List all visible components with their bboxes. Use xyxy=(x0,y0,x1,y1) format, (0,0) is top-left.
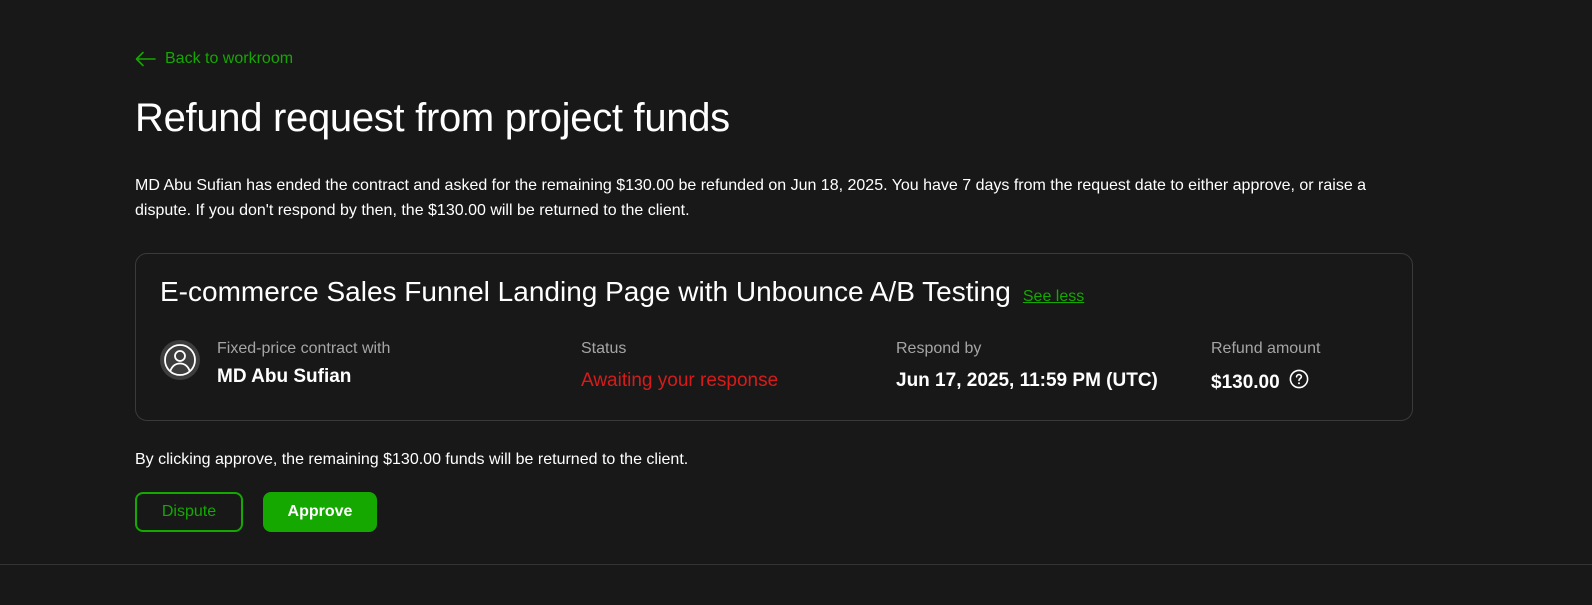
freelancer-name: MD Abu Sufian xyxy=(217,366,352,387)
respond-by-value: Jun 17, 2025, 11:59 PM (UTC) xyxy=(896,370,1158,391)
action-buttons: Dispute Approve xyxy=(135,492,377,532)
contract-label: Fixed-price contract with xyxy=(217,340,391,357)
see-less-link[interactable]: See less xyxy=(1023,288,1084,306)
user-avatar-icon xyxy=(160,340,200,380)
status-label: Status xyxy=(581,340,627,357)
refund-amount-info: Refund amount $130.00 xyxy=(1211,339,1320,396)
contract-info: Fixed-price contract with MD Abu Sufian xyxy=(160,339,390,389)
refund-amount-label: Refund amount xyxy=(1211,340,1321,357)
page-title: Refund request from project funds xyxy=(135,96,730,140)
contract-title: E-commerce Sales Funnel Landing Page wit… xyxy=(160,276,1011,307)
dispute-button[interactable]: Dispute xyxy=(135,492,243,532)
question-circle-icon[interactable] xyxy=(1289,369,1309,396)
respond-by-info: Respond by Jun 17, 2025, 11:59 PM (UTC) xyxy=(896,339,1158,393)
arrow-left-icon xyxy=(135,51,156,67)
contract-text: Fixed-price contract with MD Abu Sufian xyxy=(217,339,390,389)
bottom-divider xyxy=(0,564,1592,565)
refund-amount-row: $130.00 xyxy=(1211,369,1320,396)
status-value: Awaiting your response xyxy=(581,370,779,391)
refund-amount-value: $130.00 xyxy=(1211,371,1280,393)
approve-button[interactable]: Approve xyxy=(263,492,377,532)
refund-description: MD Abu Sufian has ended the contract and… xyxy=(135,177,1367,219)
respond-by-label: Respond by xyxy=(896,340,982,357)
contract-card: E-commerce Sales Funnel Landing Page wit… xyxy=(135,253,1413,421)
back-link-label: Back to workroom xyxy=(165,50,294,67)
back-to-workroom-link[interactable]: Back to workroom xyxy=(135,50,293,68)
approve-note: By clicking approve, the remaining $130.… xyxy=(135,451,689,468)
status-info: Status Awaiting your response xyxy=(581,339,778,393)
card-header: E-commerce Sales Funnel Landing Page wit… xyxy=(160,276,1084,308)
